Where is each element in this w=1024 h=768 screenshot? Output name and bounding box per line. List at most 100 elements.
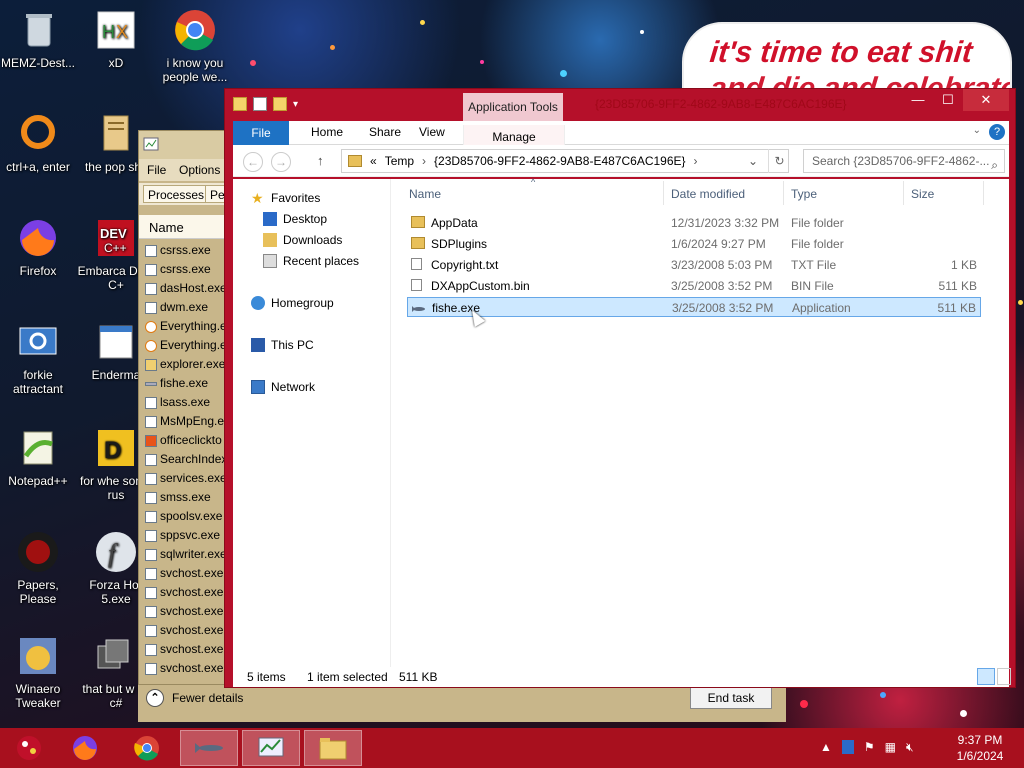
desktop-icon-xd[interactable]: HX xD: [76, 8, 156, 70]
file-row[interactable]: Copyright.txt 3/23/2008 5:03 PM TXT File…: [407, 255, 981, 275]
overflow-chevron[interactable]: «: [370, 154, 377, 168]
properties-icon[interactable]: [253, 97, 267, 111]
forward-arrow-icon[interactable]: →: [271, 152, 291, 172]
process-icon: [145, 282, 157, 295]
start-button[interactable]: [0, 730, 58, 766]
chevron-down-icon[interactable]: ▾: [293, 99, 298, 110]
ring-icon: [16, 112, 60, 156]
tray-overflow-icon[interactable]: ▲: [820, 740, 832, 755]
process-name: services.exe: [160, 471, 227, 485]
process-icon: [145, 339, 157, 352]
process-icon: [145, 453, 157, 466]
desktop-icon-label: Notepad++: [8, 474, 68, 488]
svg-text:H: H: [102, 22, 115, 42]
network-icon[interactable]: ▦: [885, 740, 896, 755]
nav-favorites[interactable]: ★ Favorites: [251, 191, 320, 205]
stack-windows-icon: [94, 634, 138, 678]
desktop-icon-memz[interactable]: MEMZ-Dest...: [0, 8, 78, 70]
desktop-icon-winaero[interactable]: Winaero Tweaker: [0, 634, 78, 710]
taskbar-file-explorer[interactable]: [304, 730, 362, 766]
taskbar-firefox[interactable]: [56, 730, 114, 766]
action-center-flag-icon[interactable]: ⚑: [864, 740, 875, 755]
nav-this-pc[interactable]: This PC: [251, 338, 314, 352]
file-type: File folder: [791, 237, 844, 251]
folder-icon: [233, 97, 247, 111]
menu-file[interactable]: File: [147, 163, 166, 177]
back-arrow-icon[interactable]: ←: [243, 152, 263, 172]
volume-muted-icon[interactable]: 🔇︎: [906, 740, 914, 755]
status-size: 511 KB: [399, 670, 438, 684]
navigation-pane: ★ Favorites Desktop Downloads Recent pla…: [233, 179, 391, 667]
nav-recent-places[interactable]: Recent places: [263, 254, 359, 268]
chevron-right-icon[interactable]: ›: [422, 154, 426, 168]
address-dropdown-icon[interactable]: ⌄: [748, 154, 758, 168]
chevron-right-icon[interactable]: ›: [694, 154, 698, 168]
breadcrumb-current[interactable]: {23D85706-9FF2-4862-9AB8-E487C6AC196E}: [434, 154, 686, 168]
tab-home[interactable]: Home: [311, 125, 343, 139]
desktop-icon-notepadpp[interactable]: Notepad++: [0, 426, 78, 488]
address-bar[interactable]: « Temp › {23D85706-9FF2-4862-9AB8-E487C6…: [341, 149, 789, 173]
window-controls: — ☐ ✕: [903, 89, 1009, 111]
desktop-icon-ctrl-a[interactable]: ctrl+a, enter: [0, 112, 78, 174]
file-row[interactable]: AppData 12/31/2023 3:32 PM File folder: [407, 213, 981, 233]
process-icon: [145, 510, 157, 523]
process-name: csrss.exe: [160, 262, 211, 276]
process-name: MsMpEng.e: [160, 414, 225, 428]
large-icons-view-icon[interactable]: [997, 668, 1011, 685]
taskbar-task-manager[interactable]: [242, 730, 300, 766]
tab-processes[interactable]: Processes: [143, 185, 210, 203]
breadcrumb-temp[interactable]: Temp: [385, 154, 414, 168]
file-row[interactable]: SDPlugins 1/6/2024 9:27 PM File folder: [407, 234, 981, 254]
folder-icon: [411, 216, 425, 228]
column-type[interactable]: Type: [791, 187, 817, 201]
new-folder-icon[interactable]: [273, 97, 287, 111]
file-row-selected[interactable]: fishe.exe 3/25/2008 3:52 PM Application …: [407, 297, 981, 317]
file-row[interactable]: DXAppCustom.bin 3/25/2008 3:52 PM BIN Fi…: [407, 276, 981, 296]
column-name[interactable]: Name: [409, 187, 441, 201]
up-arrow-icon[interactable]: ↑: [317, 153, 324, 168]
nav-downloads[interactable]: Downloads: [263, 233, 342, 247]
expand-ribbon-icon[interactable]: ⌄: [973, 125, 981, 136]
menu-options[interactable]: Options: [179, 163, 220, 177]
process-name: svchost.exe: [160, 585, 224, 599]
desktop-icon-forkie[interactable]: forkie attractant: [0, 320, 78, 396]
tray-app-icon[interactable]: [841, 740, 854, 754]
search-input[interactable]: Search {23D85706-9FF2-4862-... ⌕: [803, 149, 1005, 173]
details-view-icon[interactable]: [977, 668, 995, 685]
taskbar-clock[interactable]: 9:37 PM 1/6/2024: [944, 732, 1016, 764]
desktop-icon-label: xD: [108, 56, 124, 70]
tab-file[interactable]: File: [233, 121, 289, 145]
fewer-details-button[interactable]: ⌃ Fewer details: [146, 689, 243, 707]
nav-network[interactable]: Network: [251, 380, 315, 394]
help-icon[interactable]: ?: [989, 124, 1005, 140]
explorer-titlebar[interactable]: ▾ Application Tools {23D85706-9FF2-4862-…: [225, 89, 1015, 123]
refresh-icon[interactable]: ↻: [768, 149, 790, 173]
taskbar: ▲ ⚑ ▦ 🔇︎ 9:37 PM 1/6/2024: [0, 728, 1024, 768]
task-manager-icon: [258, 737, 284, 757]
file-size: 511 KB: [938, 279, 977, 293]
column-size[interactable]: Size: [911, 187, 934, 201]
file-explorer-window[interactable]: ▾ Application Tools {23D85706-9FF2-4862-…: [224, 88, 1016, 688]
column-date-modified[interactable]: Date modified: [671, 187, 745, 201]
desktop-icon-papers-please[interactable]: Papers, Please: [0, 530, 78, 606]
process-name: dwm.exe: [160, 300, 209, 314]
homegroup-icon: [251, 296, 265, 310]
process-name: smss.exe: [160, 490, 211, 504]
close-icon[interactable]: ✕: [963, 89, 1009, 111]
desktop-icon-firefox[interactable]: Firefox: [0, 216, 78, 278]
status-item-count: 5 items: [247, 670, 286, 684]
taskbar-chrome[interactable]: [118, 730, 176, 766]
quick-access-toolbar: ▾: [233, 97, 298, 111]
tab-share[interactable]: Share: [369, 125, 401, 139]
minimize-icon[interactable]: —: [903, 89, 933, 111]
hxd-icon: HX: [94, 8, 138, 52]
process-name: SearchIndex: [160, 452, 228, 466]
nav-desktop[interactable]: Desktop: [263, 212, 327, 226]
nav-homegroup[interactable]: Homegroup: [251, 296, 334, 310]
taskbar-fishe[interactable]: [180, 730, 238, 766]
end-task-button[interactable]: End task: [690, 687, 772, 709]
desktop-icon-chrome-shortcut[interactable]: i know you people we...: [155, 8, 235, 84]
maximize-icon[interactable]: ☐: [933, 89, 963, 111]
tab-view[interactable]: View: [419, 125, 445, 139]
file-name: AppData: [431, 216, 478, 230]
